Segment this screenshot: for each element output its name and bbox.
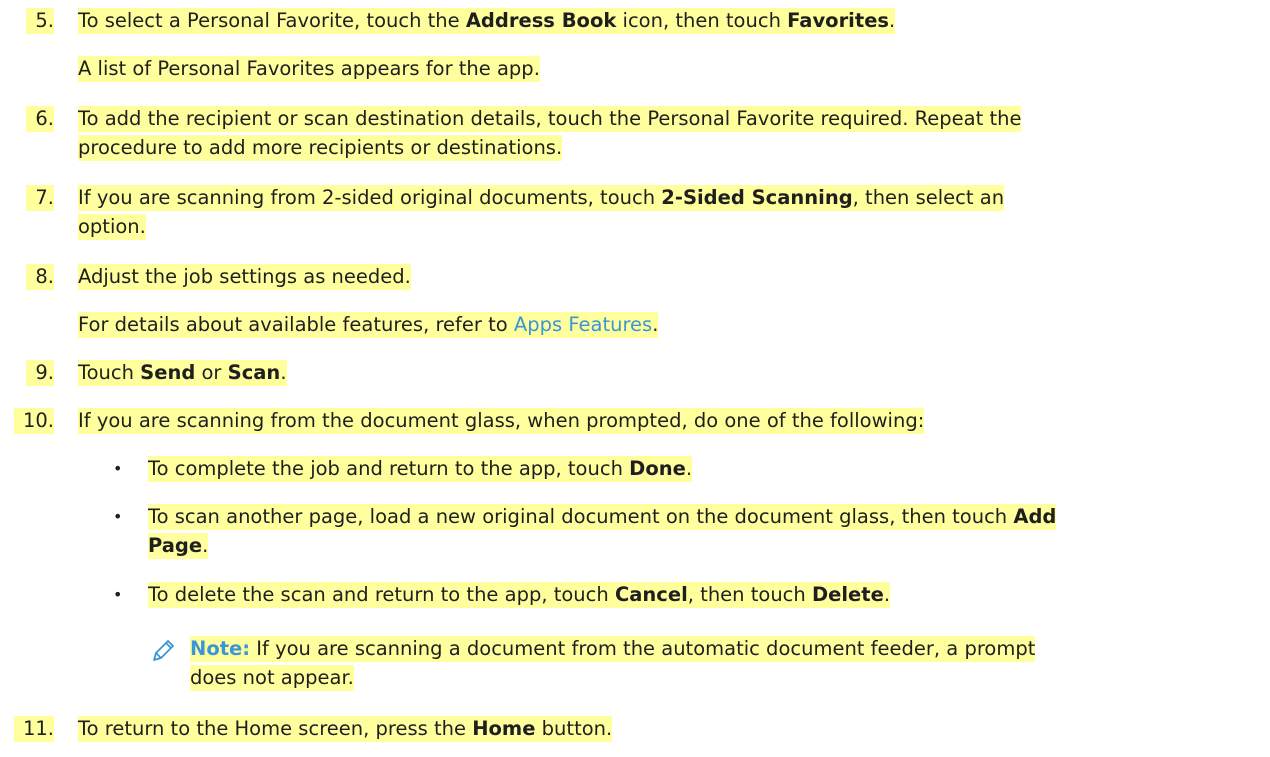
- note-line-2: does not appear.: [190, 665, 354, 691]
- ui-term: Done: [629, 457, 686, 480]
- ui-term: Add: [1013, 505, 1057, 528]
- text-segment: .: [889, 9, 896, 32]
- step-number: 11.: [14, 716, 54, 742]
- bullet-glyph: •: [113, 459, 123, 478]
- ui-term: Cancel: [614, 583, 688, 606]
- step-8-detail: For details about available features, re…: [78, 312, 659, 338]
- text-segment: .: [652, 313, 659, 336]
- bullet-glyph: •: [113, 507, 123, 526]
- step-7-line-2: option.: [78, 214, 146, 240]
- step-10-text: If you are scanning from the document gl…: [78, 408, 925, 434]
- ui-term: Home: [472, 717, 536, 740]
- ui-term: Address Book: [465, 9, 617, 32]
- ui-term: Scan: [227, 361, 281, 384]
- step-number: 9.: [26, 360, 54, 386]
- text-segment: To scan another page, load a new origina…: [148, 505, 1014, 528]
- note-line-1: Note: If you are scanning a document fro…: [190, 636, 1036, 662]
- step-text: To select a Personal Favorite, touch the…: [78, 8, 896, 34]
- step-11-text: To return to the Home screen, press the …: [78, 716, 613, 742]
- bullet-glyph: •: [113, 585, 123, 604]
- bullet-add-page-line-1: To scan another page, load a new origina…: [148, 504, 1057, 530]
- step-number: 5.: [26, 8, 54, 34]
- ui-term: 2-Sided Scanning: [661, 186, 853, 209]
- step-8-text: Adjust the job settings as needed.: [78, 264, 411, 290]
- step-5-result: A list of Personal Favorites appears for…: [78, 56, 540, 82]
- text-segment: To select a Personal Favorite, touch the: [78, 9, 466, 32]
- step-9-text: Touch Send or Scan.: [78, 360, 287, 386]
- document-page: 5. To select a Personal Favorite, touch …: [0, 0, 1270, 757]
- text-segment: button.: [535, 717, 613, 740]
- text-segment: For details about available features, re…: [78, 313, 514, 336]
- step-number: 6.: [26, 106, 54, 132]
- step-6-line-1: To add the recipient or scan destination…: [78, 106, 1022, 132]
- pencil-icon: [148, 636, 178, 666]
- apps-features-link[interactable]: Apps Features: [514, 313, 652, 336]
- text-segment: .: [202, 534, 209, 557]
- text-segment: icon, then touch: [616, 9, 788, 32]
- ui-term: Page: [148, 534, 203, 557]
- step-6-line-2: procedure to add more recipients or dest…: [78, 135, 563, 161]
- ui-term: Send: [140, 361, 196, 384]
- ui-term: Favorites: [787, 9, 890, 32]
- step-number: 10.: [14, 408, 54, 434]
- bullet-cancel: To delete the scan and return to the app…: [148, 582, 891, 608]
- text-segment: If you are scanning a document from the …: [250, 637, 1036, 660]
- text-segment: .: [883, 583, 891, 606]
- step-number: 7.: [26, 185, 54, 211]
- bullet-done: To complete the job and return to the ap…: [148, 456, 693, 482]
- bullet-add-page-line-2: Page.: [148, 533, 209, 559]
- ui-term: Delete: [811, 583, 884, 606]
- text-segment: Touch: [78, 361, 141, 384]
- step-7-line-1: If you are scanning from 2-sided origina…: [78, 185, 1005, 211]
- step-number: 8.: [26, 264, 54, 290]
- text-segment: To return to the Home screen, press the: [78, 717, 473, 740]
- note-label: Note:: [190, 637, 251, 660]
- text-segment: .: [685, 457, 693, 480]
- text-segment: .: [280, 361, 287, 384]
- text-segment: , then touch: [687, 583, 812, 606]
- text-segment: If you are scanning from 2-sided origina…: [78, 186, 662, 209]
- text-segment: , then select an: [852, 186, 1005, 209]
- text-segment: To delete the scan and return to the app…: [148, 583, 615, 606]
- text-segment: To complete the job and return to the ap…: [148, 457, 630, 480]
- text-segment: or: [195, 361, 228, 384]
